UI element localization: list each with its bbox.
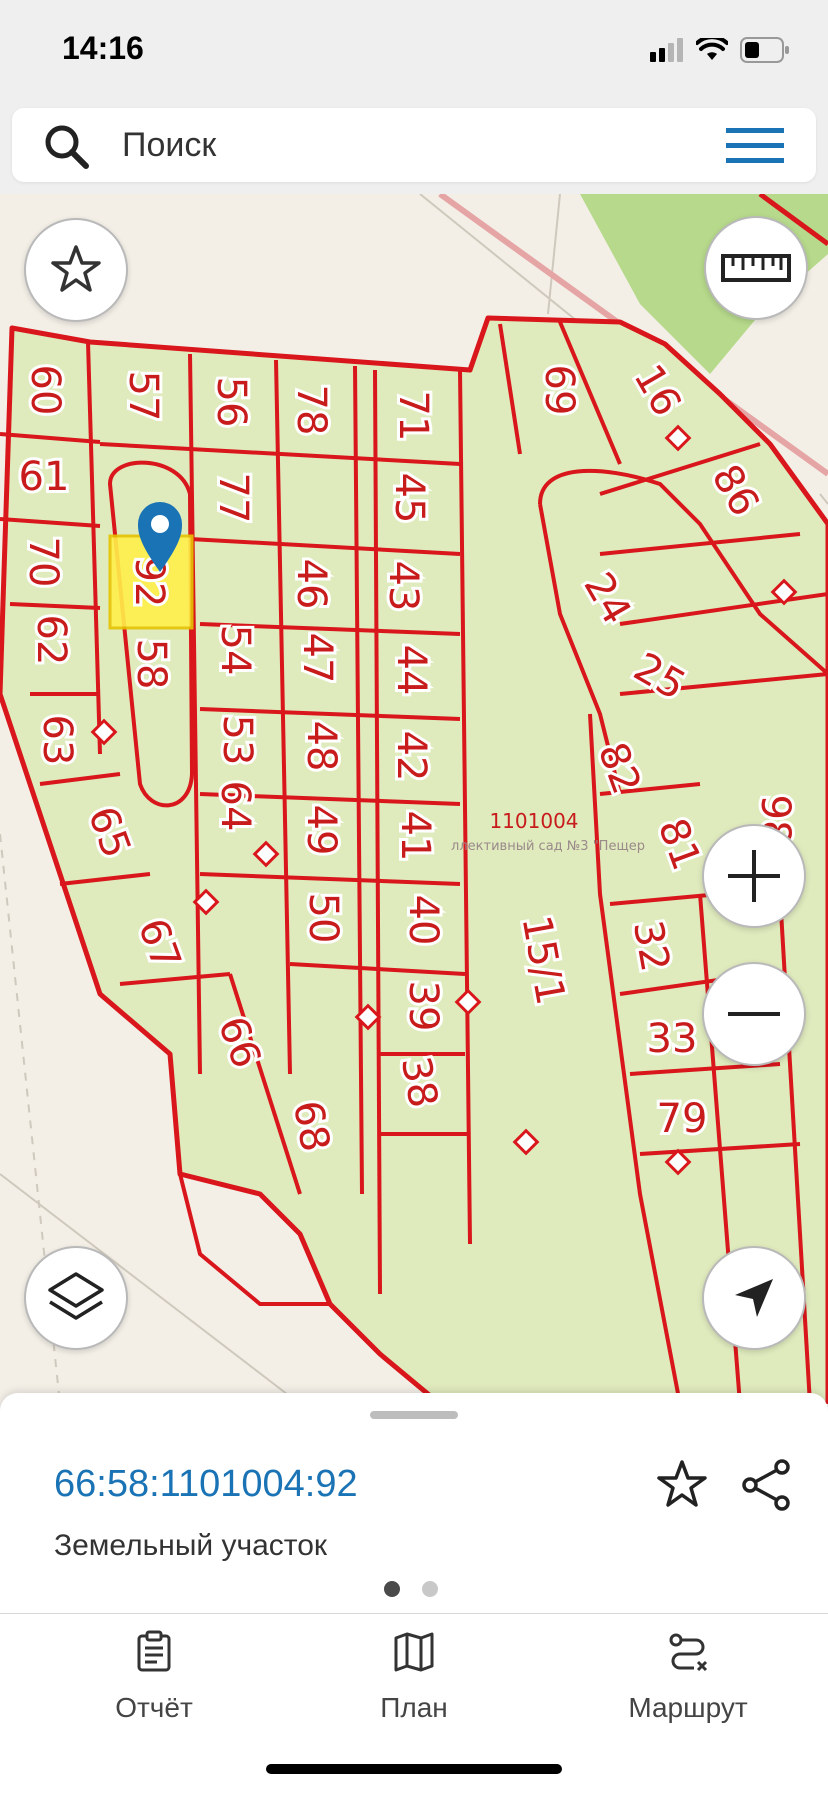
map-canvas[interactable]: 60 57 56 78 71 69 16 61 77 45 86 70 92 4…: [0, 194, 828, 1404]
map-icon: [394, 1632, 434, 1672]
tab-report-label: Отчёт: [115, 1692, 193, 1723]
tab-route-label: Маршрут: [628, 1692, 748, 1723]
search-input[interactable]: Поиск: [122, 126, 216, 165]
navigation-arrow-icon: [735, 1279, 773, 1317]
page-indicator: [384, 1581, 438, 1597]
home-indicator: [266, 1764, 562, 1774]
parcel-label[interactable]: 39: [397, 978, 449, 1035]
parcel-label[interactable]: 78: [285, 382, 337, 439]
parcel-label[interactable]: 56: [205, 374, 257, 431]
parcel-label[interactable]: 42: [385, 728, 437, 785]
parcel-label[interactable]: 48: [295, 718, 347, 775]
parcel-label[interactable]: 69: [533, 362, 585, 419]
parcel-label[interactable]: 43: [377, 558, 429, 615]
clipboard-icon: [137, 1630, 171, 1672]
parcel-label[interactable]: 38: [389, 1050, 449, 1114]
cadastral-map[interactable]: 60 57 56 78 71 69 16 61 77 45 86 70 92 4…: [0, 194, 828, 1404]
parcel-info-sheet[interactable]: 66:58:1101004:92 Земельный участок: [0, 1393, 828, 1613]
parcel-label[interactable]: 53: [211, 712, 263, 769]
parcel-label[interactable]: 45: [383, 470, 435, 527]
parcel-label[interactable]: 32: [621, 914, 681, 978]
quarter-label: 1101004: [489, 809, 578, 833]
wifi-icon: [696, 38, 728, 60]
parcel-label[interactable]: 77: [207, 470, 259, 527]
parcel-label[interactable]: 70: [17, 534, 69, 591]
parcel-label[interactable]: 57: [117, 368, 169, 425]
parcel-label[interactable]: 40: [397, 892, 449, 949]
layers-icon: [48, 1272, 104, 1320]
minus-icon: [728, 1012, 780, 1016]
tab-report[interactable]: Отчёт: [54, 1630, 254, 1724]
tab-route[interactable]: Маршрут: [588, 1630, 788, 1724]
menu-icon[interactable]: [726, 126, 784, 166]
parcel-label[interactable]: 61: [16, 451, 73, 503]
parcel-label[interactable]: 71: [387, 388, 439, 445]
parcel-label[interactable]: 62: [25, 612, 77, 669]
tab-plan[interactable]: План: [314, 1630, 514, 1724]
ruler-icon: [721, 254, 791, 282]
parcel-label[interactable]: 79: [654, 1093, 711, 1145]
battery-icon: [740, 37, 789, 63]
my-location-button[interactable]: [702, 1246, 806, 1350]
page-dot-1: [384, 1581, 400, 1597]
signal-icon: [650, 38, 683, 62]
parcel-label[interactable]: 44: [385, 642, 437, 699]
parcel-label[interactable]: 60: [19, 362, 71, 419]
star-icon: [51, 245, 101, 292]
page-dot-2: [422, 1581, 438, 1597]
parcel-type: Земельный участок: [54, 1529, 328, 1562]
sheet-drag-handle[interactable]: [370, 1411, 458, 1419]
status-time: 14:16: [62, 30, 144, 66]
zoom-out-button[interactable]: [702, 962, 806, 1066]
status-icons: [650, 34, 790, 66]
status-bar: 14:16: [0, 0, 828, 100]
share-icon[interactable]: [738, 1457, 794, 1513]
search-bar[interactable]: Поиск: [12, 108, 816, 182]
tab-plan-label: План: [380, 1692, 448, 1723]
parcel-label[interactable]: 49: [295, 802, 347, 859]
parcel-label[interactable]: 33: [644, 1013, 701, 1065]
parcel-label[interactable]: 46: [285, 556, 337, 613]
favorites-button[interactable]: [24, 218, 128, 322]
cadastral-number[interactable]: 66:58:1101004:92: [54, 1463, 358, 1506]
parcel-label[interactable]: 41: [389, 808, 441, 865]
parcel-label[interactable]: 68: [281, 1094, 341, 1158]
parcel-label[interactable]: 47: [291, 630, 343, 687]
parcel-label[interactable]: 58: [125, 636, 177, 693]
ruler-button[interactable]: [704, 216, 808, 320]
zoom-in-button[interactable]: [702, 824, 806, 928]
parcel-label[interactable]: 54: [209, 622, 261, 679]
layers-button[interactable]: [24, 1246, 128, 1350]
search-icon: [45, 125, 89, 169]
plus-icon: [728, 850, 780, 902]
society-label: ллективный сад №3 "Пещер: [451, 839, 645, 854]
parcel-label[interactable]: 64: [209, 778, 261, 835]
favorite-star-icon[interactable]: [654, 1457, 710, 1513]
parcel-label[interactable]: 63: [31, 712, 83, 769]
route-icon: [669, 1633, 708, 1672]
parcel-label[interactable]: 50: [297, 890, 349, 947]
